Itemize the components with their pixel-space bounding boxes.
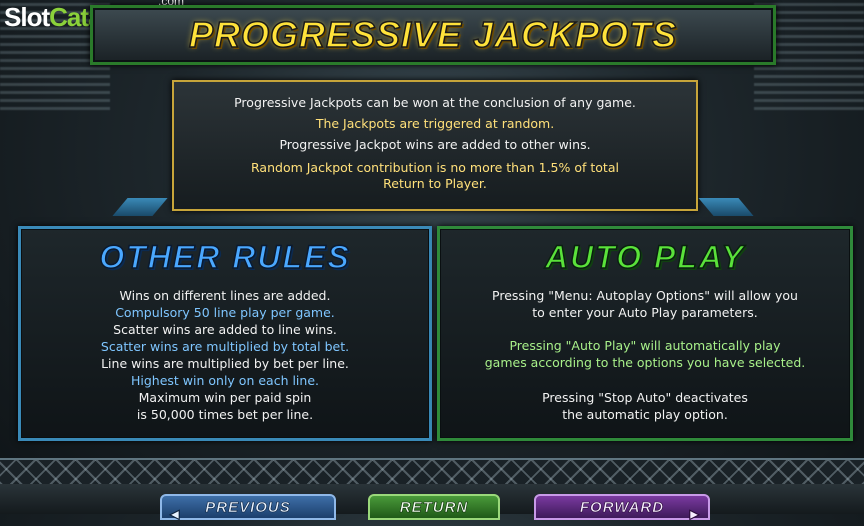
forward-label: FORWARD [579,499,665,517]
rule-line: Line wins are multiplied by bet per line… [101,356,349,371]
arrow-right-icon: ▶ [689,507,700,522]
forward-button[interactable]: FORWARD ▶ [534,494,710,521]
other-rules-panel: OTHER RULES Wins on different lines are … [18,226,432,441]
rule-line: Scatter wins are multiplied by total bet… [100,339,350,354]
rule-line: Maximum win per paid spin [138,390,312,405]
page-title: PROGRESSIVE JACKPOTS [188,13,678,56]
auto-play-title: AUTO PLAY [544,238,745,276]
rule-line: Highest win only on each line. [130,373,319,388]
progressive-info-panel: Progressive Jackpots can be won at the c… [172,80,698,211]
auto-play-panel: AUTO PLAY Pressing "Menu: Autoplay Optio… [437,226,853,441]
title-banner: PROGRESSIVE JACKPOTS [90,5,776,65]
return-button[interactable]: RETURN [368,494,500,520]
arrow-left-icon: ◀ [170,507,181,522]
auto-play-line: Pressing "Menu: Autoplay Options" will a… [492,288,798,303]
auto-play-line: Pressing "Auto Play" will automatically … [509,338,781,353]
progressive-info-line: Random Jackpot contribution is no more t… [251,160,619,175]
auto-play-line: games according to the options you have … [484,355,806,370]
return-label: RETURN [399,499,469,517]
progressive-info-line: Return to Player. [383,176,487,191]
auto-play-line: the automatic play option. [562,407,728,422]
rule-line: Wins on different lines are added. [119,288,331,303]
rule-line: is 50,000 times bet per line. [136,407,314,422]
other-rules-title: OTHER RULES [99,238,351,276]
logo-slot-text: Slot [4,2,50,32]
previous-label: PREVIOUS [205,499,291,517]
progressive-info-line: The Jackpots are triggered at random. [315,116,555,131]
progressive-info-line: Progressive Jackpot wins are added to ot… [279,137,591,152]
rule-line: Compulsory 50 line play per game. [115,305,335,320]
rule-line: Scatter wins are added to line wins. [113,322,337,337]
panel-connector-right [698,198,754,216]
panel-connector-left [112,198,168,216]
auto-play-line: to enter your Auto Play parameters. [532,305,758,320]
auto-play-line: Pressing "Stop Auto" deactivates [542,390,748,405]
previous-button[interactable]: ◀ PREVIOUS [160,494,336,521]
progressive-info-line: Progressive Jackpots can be won at the c… [234,95,636,110]
stage-truss [0,458,864,486]
